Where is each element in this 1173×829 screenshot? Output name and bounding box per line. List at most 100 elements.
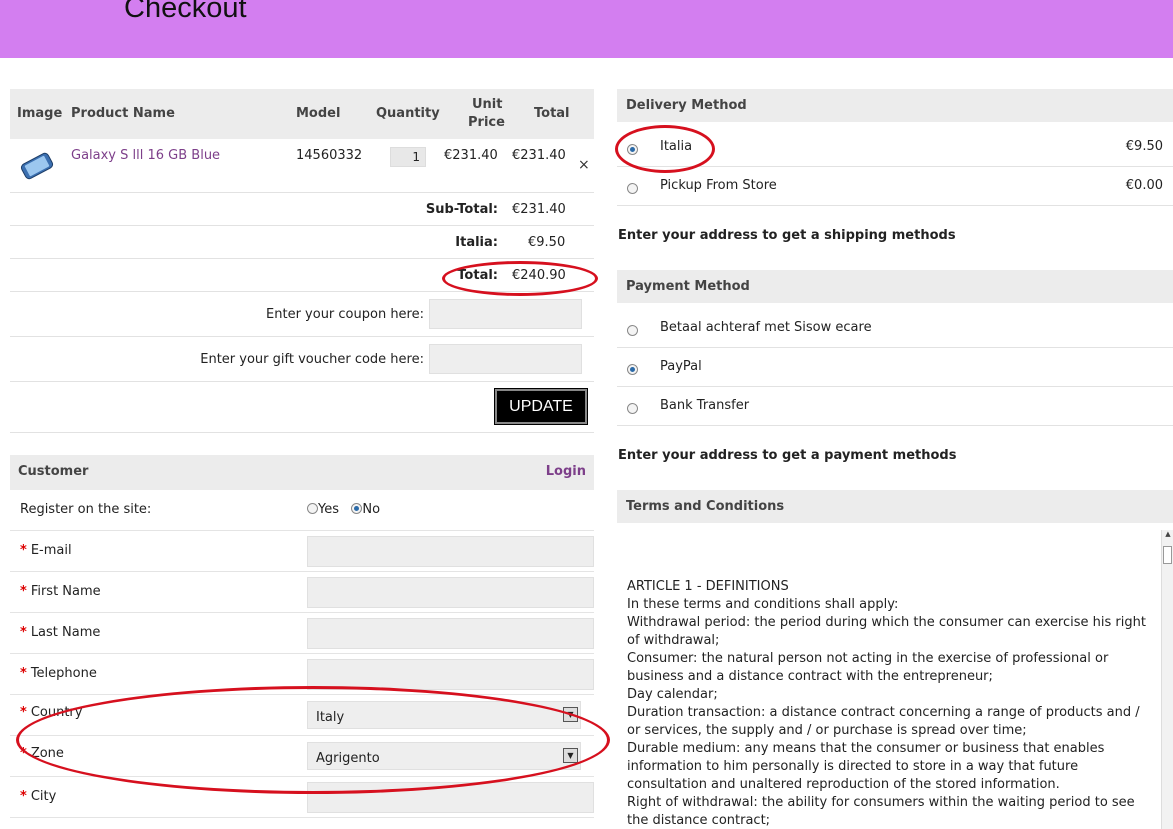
shipping-note: Enter your address to get a shipping met… (618, 228, 956, 243)
city-row: * City (10, 777, 594, 818)
first-name-label: First Name (30, 584, 101, 599)
cart-item-row: Galaxy S lll 16 GB Blue 14560332 1 €231.… (10, 139, 594, 193)
terms-line: Duration transaction: a distance contrac… (627, 705, 1140, 738)
register-row: Register on the site: Yes No (10, 490, 594, 531)
terms-line: Durable medium: any means that the consu… (627, 741, 1105, 792)
required-marker: * (20, 584, 27, 599)
cart-header-row: Image Product Name Model Quantity Unit P… (10, 89, 594, 139)
scroll-up-icon[interactable]: ▲ (1162, 530, 1173, 544)
coupon-row: Enter your coupon here: (10, 292, 594, 337)
first-name-field[interactable] (307, 577, 594, 608)
terms-line: Right of withdrawal: the ability for con… (627, 795, 1135, 828)
coupon-input[interactable] (429, 299, 582, 329)
last-name-field[interactable] (307, 618, 594, 649)
terms-line: ARTICLE 1 - DEFINITIONS (627, 579, 789, 594)
product-thumbnail-icon[interactable] (16, 149, 58, 183)
zone-label: Zone (30, 746, 64, 761)
email-field[interactable] (307, 536, 594, 567)
country-row: * Country Italy ▼ (10, 695, 594, 736)
delivery-option-price: €9.50 (1125, 139, 1163, 154)
email-label: E-mail (30, 543, 72, 558)
payment-paypal-radio[interactable] (627, 364, 638, 375)
payment-option-name: PayPal (660, 359, 702, 374)
payment-option-sisow[interactable]: Betaal achteraf met Sisow ecare (617, 309, 1173, 348)
voucher-label: Enter your gift voucher code here: (200, 352, 424, 367)
shipping-label: Italia: (455, 235, 498, 250)
telephone-label: Telephone (30, 666, 97, 681)
customer-form: Customer Login Register on the site: Yes… (10, 455, 594, 818)
required-marker: * (20, 543, 27, 558)
delivery-option-name: Italia (660, 139, 693, 154)
col-model: Model (296, 106, 341, 121)
payment-option-name: Bank Transfer (660, 398, 750, 413)
total-value: €240.90 (512, 268, 566, 283)
terms-line: Consumer: the natural person not acting … (627, 651, 1109, 684)
delivery-italia-radio[interactable] (627, 144, 638, 155)
total-row: Total: €240.90 (10, 259, 594, 292)
city-label: City (30, 789, 57, 804)
update-button[interactable]: UPDATE (494, 388, 588, 425)
voucher-input[interactable] (429, 344, 582, 374)
customer-header: Customer Login (10, 455, 594, 490)
register-label: Register on the site: (20, 502, 152, 517)
subtotal-label: Sub-Total: (425, 202, 498, 217)
chevron-down-icon[interactable]: ▼ (563, 748, 578, 763)
terms-scrollbar[interactable]: ▲ (1161, 530, 1173, 829)
email-row: * E-mail (10, 531, 594, 572)
terms-header: Terms and Conditions (617, 490, 1173, 523)
col-unit-price-line2: Price (468, 115, 505, 130)
payment-note: Enter your address to get a payment meth… (618, 448, 957, 463)
col-total: Total (534, 106, 570, 121)
required-marker: * (20, 789, 27, 804)
login-link[interactable]: Login (546, 464, 586, 479)
col-quantity: Quantity (376, 106, 440, 121)
scroll-thumb[interactable] (1163, 546, 1172, 564)
telephone-row: * Telephone (10, 654, 594, 695)
unit-price: €231.40 (444, 148, 498, 163)
required-marker: * (20, 746, 27, 761)
update-row: UPDATE (10, 382, 594, 433)
payment-bank-radio[interactable] (627, 403, 638, 414)
terms-textarea[interactable]: ARTICLE 1 - DEFINITIONS In these terms a… (617, 530, 1173, 829)
register-yes-label: Yes (318, 502, 339, 517)
customer-title: Customer (18, 464, 89, 479)
quantity-input[interactable]: 1 (390, 147, 426, 167)
country-label: Country (30, 705, 83, 720)
line-total: €231.40 (512, 148, 566, 163)
terms-line: Day calendar; (627, 687, 718, 702)
coupon-label: Enter your coupon here: (266, 307, 424, 322)
product-name-link[interactable]: Galaxy S lll 16 GB Blue (71, 148, 220, 163)
remove-item-icon[interactable]: × (578, 157, 590, 173)
col-unit-price-line1: Unit (472, 97, 503, 112)
zone-select[interactable]: Agrigento ▼ (307, 742, 581, 770)
shipping-row: Italia: €9.50 (10, 226, 594, 259)
delivery-option-price: €0.00 (1125, 178, 1163, 193)
product-model: 14560332 (296, 148, 363, 163)
payment-method-header: Payment Method (617, 270, 1173, 303)
payment-sisow-radio[interactable] (627, 325, 638, 336)
register-yes-radio[interactable] (307, 503, 318, 514)
country-value: Italy (316, 710, 345, 725)
col-product-name: Product Name (71, 106, 175, 121)
telephone-field[interactable] (307, 659, 594, 690)
required-marker: * (20, 705, 27, 720)
total-label: Total: (457, 268, 498, 283)
terms-line: In these terms and conditions shall appl… (627, 597, 899, 612)
payment-option-paypal[interactable]: PayPal (617, 348, 1173, 387)
city-field[interactable] (307, 782, 594, 813)
required-marker: * (20, 625, 27, 640)
terms-line: Withdrawal period: the period during whi… (627, 615, 1146, 648)
delivery-pickup-radio[interactable] (627, 183, 638, 194)
payment-option-bank[interactable]: Bank Transfer (617, 387, 1173, 426)
delivery-option-pickup[interactable]: Pickup From Store €0.00 (617, 167, 1173, 206)
col-image: Image (17, 106, 63, 121)
last-name-label: Last Name (30, 625, 101, 640)
chevron-down-icon[interactable]: ▼ (563, 707, 578, 722)
subtotal-row: Sub-Total: €231.40 (10, 193, 594, 226)
register-no-radio[interactable] (351, 503, 363, 514)
register-options: Yes No (307, 502, 380, 517)
delivery-option-italia[interactable]: Italia €9.50 (617, 128, 1173, 167)
page-header: Checkout (0, 0, 1173, 58)
zone-row: * Zone Agrigento ▼ (10, 736, 594, 777)
country-select[interactable]: Italy ▼ (307, 701, 581, 729)
